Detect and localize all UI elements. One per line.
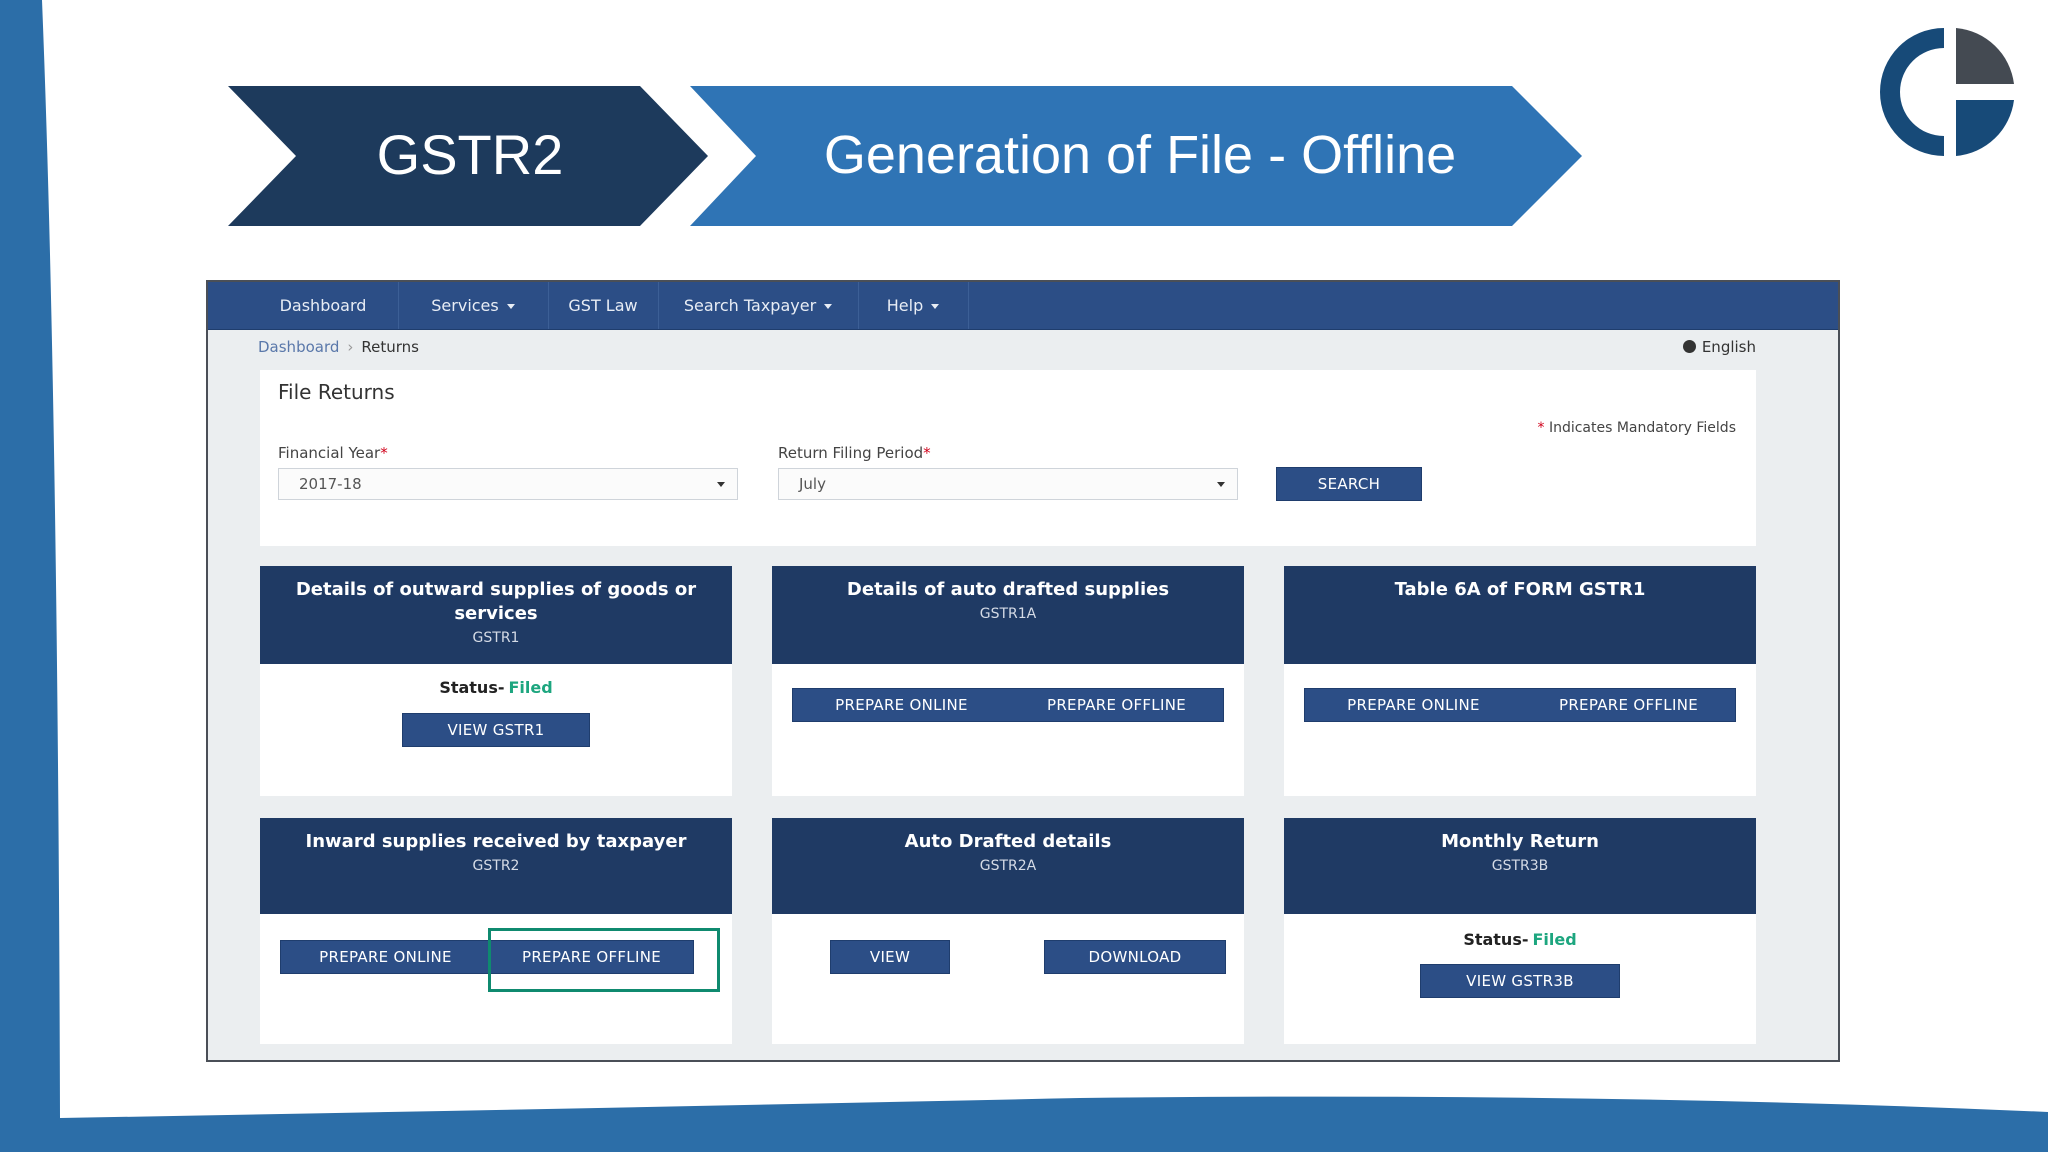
prepare-online-button[interactable]: PREPARE ONLINE <box>792 688 1010 722</box>
view-gstr3b-button[interactable]: VIEW GSTR3B <box>1420 964 1620 998</box>
slide-title-generation: Generation of File - Offline <box>823 125 1457 185</box>
financial-year-select[interactable]: 2017-18 <box>278 468 738 500</box>
nav-gst-law-label: GST Law <box>568 296 638 315</box>
prepare-offline-button[interactable]: PREPARE OFFLINE <box>1010 688 1224 722</box>
card-header: Inward supplies received by taxpayer GST… <box>260 818 732 914</box>
financial-year-label: Financial Year* <box>278 444 388 462</box>
breadcrumb-dashboard-link[interactable]: Dashboard <box>258 338 339 356</box>
language-label: English <box>1701 338 1756 356</box>
file-returns-panel: File Returns * Indicates Mandatory Field… <box>260 370 1756 546</box>
card-title: Details of auto drafted supplies <box>846 579 1170 600</box>
mandatory-note-text: Indicates Mandatory Fields <box>1548 420 1736 436</box>
card-gstr2a: Auto Drafted details GSTR2A VIEW DOWNLOA… <box>772 818 1244 1044</box>
nav-help-label: Help <box>886 296 924 315</box>
required-asterisk: * <box>1537 420 1549 436</box>
search-button[interactable]: SEARCH <box>1276 467 1422 501</box>
prepare-online-button[interactable]: PREPARE ONLINE <box>280 940 490 974</box>
nav-services-label: Services <box>431 296 499 315</box>
card-gstr3b: Monthly Return GSTR3B Status- Filed VIEW … <box>1284 818 1756 1044</box>
view-gstr1-button[interactable]: VIEW GSTR1 <box>402 713 590 747</box>
status-label: Status- <box>439 678 505 697</box>
card-subtitle: GSTR3B <box>1491 858 1549 874</box>
prepare-online-button[interactable]: PREPARE ONLINE <box>1304 688 1522 722</box>
period-label: Return Filing Period* <box>778 444 931 462</box>
required-asterisk: * <box>380 444 388 462</box>
card-subtitle: GSTR1A <box>979 606 1037 622</box>
nav-services[interactable]: Services <box>398 282 549 329</box>
chevron-down-icon <box>1217 482 1225 487</box>
card-gstr1a: Details of auto drafted supplies GSTR1A … <box>772 566 1244 796</box>
financial-year-value: 2017-18 <box>299 475 362 493</box>
breadcrumb-current: Returns <box>361 338 419 356</box>
card-table-6a: Table 6A of FORM GSTR1 PREPARE ONLINE PR… <box>1284 566 1756 796</box>
card-title: Table 6A of FORM GSTR1 <box>1394 579 1646 600</box>
view-button[interactable]: VIEW <box>830 940 950 974</box>
company-logo-icon <box>1880 28 2014 156</box>
panel-title: File Returns <box>278 380 395 404</box>
nav-dashboard[interactable]: Dashboard <box>248 282 399 329</box>
chevron-down-icon <box>506 304 515 309</box>
mandatory-note: * Indicates Mandatory Fields <box>1537 420 1736 436</box>
status-badge: Filed <box>1532 930 1577 949</box>
card-title: Monthly Return <box>1441 831 1599 852</box>
nav-gst-law[interactable]: GST Law <box>548 282 659 329</box>
nav-search-taxpayer[interactable]: Search Taxpayer <box>658 282 859 329</box>
period-select[interactable]: July <box>778 468 1238 500</box>
card-subtitle: GSTR1 <box>472 630 520 646</box>
card-gstr2: Inward supplies received by taxpayer GST… <box>260 818 732 1044</box>
card-gstr1: Details of outward supplies of goods or … <box>260 566 732 796</box>
card-title: Details of outward supplies of goods or … <box>295 579 697 624</box>
financial-year-label-text: Financial Year <box>278 444 381 462</box>
status-label: Status- <box>1463 930 1529 949</box>
card-title: Auto Drafted details <box>904 831 1112 852</box>
highlight-box <box>488 928 720 992</box>
status-line: Status- Filed <box>1284 930 1756 949</box>
download-button[interactable]: DOWNLOAD <box>1044 940 1226 974</box>
card-subtitle: GSTR2 <box>472 858 520 874</box>
card-subtitle: GSTR2A <box>979 858 1037 874</box>
card-header: Details of auto drafted supplies GSTR1A <box>772 566 1244 664</box>
card-title: Inward supplies received by taxpayer <box>305 831 687 852</box>
slide-title-gstr2: GSTR2 <box>376 123 564 186</box>
required-asterisk: * <box>923 444 931 462</box>
period-label-text: Return Filing Period <box>778 444 924 462</box>
language-selector[interactable]: English <box>1682 338 1756 356</box>
breadcrumb: Dashboard › Returns <box>258 338 419 356</box>
nav-search-taxpayer-label: Search Taxpayer <box>683 296 817 315</box>
card-header: Monthly Return GSTR3B <box>1284 818 1756 914</box>
card-header: Table 6A of FORM GSTR1 <box>1284 566 1756 664</box>
chevron-down-icon <box>931 304 940 309</box>
card-header: Auto Drafted details GSTR2A <box>772 818 1244 914</box>
period-value: July <box>799 475 826 493</box>
portal-screenshot: Dashboard Services GST Law Search Taxpay… <box>206 280 1840 1062</box>
chevron-down-icon <box>824 304 833 309</box>
chevron-down-icon <box>717 482 725 487</box>
top-nav: Dashboard Services GST Law Search Taxpay… <box>208 282 1838 330</box>
status-badge: Filed <box>508 678 553 697</box>
nav-help[interactable]: Help <box>858 282 969 329</box>
prepare-offline-button[interactable]: PREPARE OFFLINE <box>1522 688 1736 722</box>
card-header: Details of outward supplies of goods or … <box>260 566 732 664</box>
breadcrumb-separator: › <box>347 338 354 356</box>
nav-dashboard-label: Dashboard <box>279 296 367 315</box>
globe-icon <box>1682 340 1696 353</box>
status-line: Status- Filed <box>260 678 732 697</box>
